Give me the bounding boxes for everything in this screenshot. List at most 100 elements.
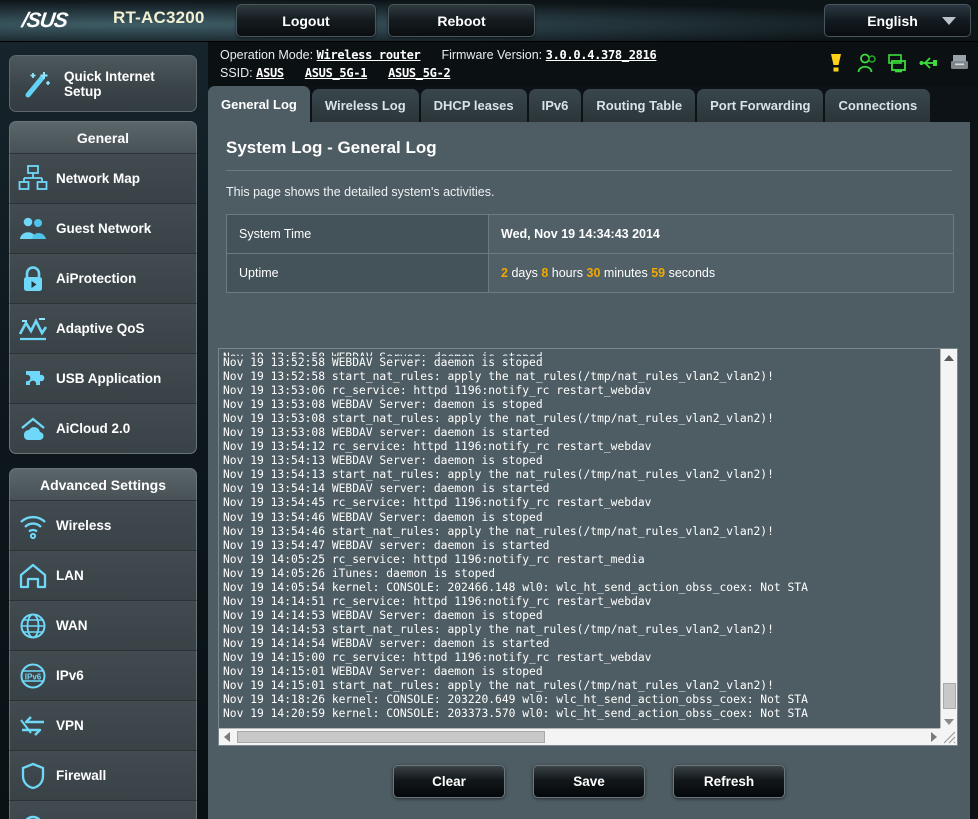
- info-strip: Operation Mode: Wireless router Firmware…: [208, 42, 978, 86]
- sidebar-item-label: Network Map: [56, 171, 141, 186]
- sidebar-item-wireless[interactable]: Wireless: [9, 501, 197, 551]
- uptime-seconds-unit: seconds: [668, 266, 716, 280]
- sidebar-item-network-map[interactable]: Network Map: [9, 154, 197, 204]
- uptime-days-unit: days: [511, 266, 538, 280]
- usb-icon[interactable]: [919, 52, 939, 74]
- refresh-button[interactable]: Refresh: [673, 765, 785, 798]
- sidebar-item-label: WAN: [56, 618, 88, 633]
- log-line: Nov 19 14:14:53 start_nat_rules: apply t…: [223, 622, 774, 636]
- log-line: Nov 19 13:54:46 start_nat_rules: apply t…: [223, 524, 774, 538]
- tab-ipv6[interactable]: IPv6: [528, 89, 582, 122]
- sidebar-item-label: USB Application: [56, 371, 162, 386]
- tab-dhcp-leases[interactable]: DHCP leases: [420, 89, 527, 122]
- log-line: Nov 19 14:20:59 kernel: CONSOLE: 203373.…: [223, 707, 808, 721]
- log-horizontal-scrollbar[interactable]: [219, 728, 942, 745]
- sidebar-item-label: VPN: [56, 718, 84, 733]
- sidebar-item-label: Adaptive QoS: [56, 321, 145, 336]
- log-line: Nov 19 14:05:25 rc_service: httpd 1196:n…: [223, 552, 645, 566]
- sidebar-item-partial[interactable]: [9, 801, 197, 819]
- sidebar-item-vpn[interactable]: VPN: [9, 701, 197, 751]
- vertical-scroll-thumb[interactable]: [943, 683, 956, 709]
- log-line: Nov 19 14:14:53 WEBDAV Server: daemon is…: [223, 608, 543, 622]
- uptime-minutes: 30: [586, 266, 601, 280]
- sidebar-item-usb-application[interactable]: USB Application: [9, 354, 197, 404]
- printer-icon[interactable]: [950, 52, 970, 74]
- quick-internet-setup-label: Quick Internet Setup: [64, 68, 155, 99]
- title-divider: [226, 170, 952, 171]
- log-line: Nov 19 13:54:12 rc_service: httpd 1196:n…: [223, 440, 652, 454]
- tab-connections[interactable]: Connections: [825, 89, 931, 122]
- operation-mode-link[interactable]: Wireless router: [317, 48, 421, 62]
- administration-icon: [10, 811, 56, 819]
- caret-down-icon: [944, 718, 954, 725]
- quick-internet-setup-button[interactable]: Quick Internet Setup: [9, 55, 197, 112]
- tab-wireless-log[interactable]: Wireless Log: [311, 89, 419, 122]
- log-line: Nov 19 14:15:01 start_nat_rules: apply t…: [223, 679, 774, 693]
- log-line: Nov 19 14:15:01 WEBDAV Server: daemon is…: [223, 665, 543, 679]
- scroll-left-button[interactable]: [219, 729, 235, 745]
- save-button[interactable]: Save: [533, 765, 645, 798]
- reboot-button[interactable]: Reboot: [388, 4, 535, 37]
- log-line: Nov 19 13:52:58 WEBDAV Server: daemon is…: [223, 356, 543, 369]
- router-admin-page: /SUS RT-AC3200 Logout Reboot English Ope…: [0, 0, 978, 819]
- tab-routing-table[interactable]: Routing Table: [583, 89, 696, 122]
- sidebar-item-ipv6[interactable]: IPv6 IPv6: [9, 651, 197, 701]
- logout-button[interactable]: Logout: [236, 4, 376, 37]
- guest-network-icon: [10, 214, 56, 244]
- sidebar-group-general: General Network Map Guest Network AiProt…: [9, 121, 197, 454]
- sidebar-item-label: LAN: [56, 568, 84, 583]
- wifi-icon: [10, 511, 56, 541]
- sidebar-item-adaptive-qos[interactable]: Adaptive QoS: [9, 304, 197, 354]
- magic-wand-icon: [18, 67, 58, 101]
- log-line: Nov 19 13:53:08 start_nat_rules: apply t…: [223, 412, 774, 426]
- uptime-hours-unit: hours: [551, 266, 584, 280]
- ssid-link-1[interactable]: ASUS: [256, 66, 284, 80]
- action-buttons: Clear Save Refresh: [208, 765, 970, 798]
- sidebar-group-advanced: Advanced Settings Wireless LAN WAN IPv6 …: [9, 468, 197, 819]
- log-line: Nov 19 13:54:13 start_nat_rules: apply t…: [223, 468, 774, 482]
- sidebar-item-lan[interactable]: LAN: [9, 551, 197, 601]
- sidebar-item-wan[interactable]: WAN: [9, 601, 197, 651]
- uptime-seconds: 59: [651, 266, 666, 280]
- caret-up-icon: [944, 354, 954, 361]
- firmware-label: Firmware Version:: [441, 48, 543, 62]
- ssid-link-2[interactable]: ASUS_5G-1: [305, 66, 368, 80]
- sidebar-advanced-header: Advanced Settings: [9, 468, 197, 501]
- system-info-table: System Time Wed, Nov 19 14:34:43 2014 Up…: [226, 214, 954, 293]
- resize-handle[interactable]: [940, 728, 957, 745]
- clients-icon[interactable]: [857, 52, 877, 74]
- sidebar-general-header: General: [9, 121, 197, 154]
- chevron-down-icon: [942, 16, 956, 25]
- sidebar-item-label: Guest Network: [56, 221, 152, 236]
- sidebar-item-label: AiProtection: [56, 271, 137, 286]
- log-line: Nov 19 13:54:13 WEBDAV Server: daemon is…: [223, 454, 543, 468]
- sidebar-item-aicloud[interactable]: AiCloud 2.0: [9, 404, 197, 454]
- cloud-home-icon: [10, 414, 56, 444]
- sidebar-item-aiprotection[interactable]: AiProtection: [9, 254, 197, 304]
- log-textarea[interactable]: Nov 19 13:52:58 WEBDAV Server: daemon is…: [218, 348, 958, 746]
- alert-icon[interactable]: [826, 52, 846, 74]
- uptime-days: 2: [501, 266, 508, 280]
- horizontal-scroll-thumb[interactable]: [237, 731, 545, 743]
- tab-general-log[interactable]: General Log: [208, 86, 310, 122]
- info-row-ssid: SSID: ASUS ASUS_5G-1 ASUS_5G-2: [220, 66, 451, 80]
- tab-port-forwarding[interactable]: Port Forwarding: [697, 89, 824, 122]
- uptime-hours: 8: [541, 266, 549, 280]
- log-vertical-scrollbar[interactable]: [940, 349, 957, 730]
- sidebar-item-label: Wireless: [56, 518, 112, 533]
- lock-icon: [10, 264, 56, 294]
- sidebar-item-guest-network[interactable]: Guest Network: [9, 204, 197, 254]
- language-selector[interactable]: English: [824, 4, 971, 37]
- uptime-label: Uptime: [226, 253, 489, 293]
- system-time-value: Wed, Nov 19 14:34:43 2014: [488, 214, 954, 254]
- log-line: Nov 19 14:05:54 kernel: CONSOLE: 202466.…: [223, 580, 808, 594]
- vpn-arrows-icon: [10, 711, 56, 741]
- sidebar-item-firewall[interactable]: Firewall: [9, 751, 197, 801]
- ssid-link-3[interactable]: ASUS_5G-2: [388, 66, 451, 80]
- log-line: Nov 19 13:54:47 WEBDAV server: daemon is…: [223, 538, 550, 552]
- usb-device-icon[interactable]: [888, 52, 908, 74]
- clear-button[interactable]: Clear: [393, 765, 505, 798]
- home-icon: [10, 561, 56, 591]
- firmware-version-link[interactable]: 3.0.0.4.378_2816: [546, 48, 657, 62]
- scroll-up-button[interactable]: [941, 349, 957, 366]
